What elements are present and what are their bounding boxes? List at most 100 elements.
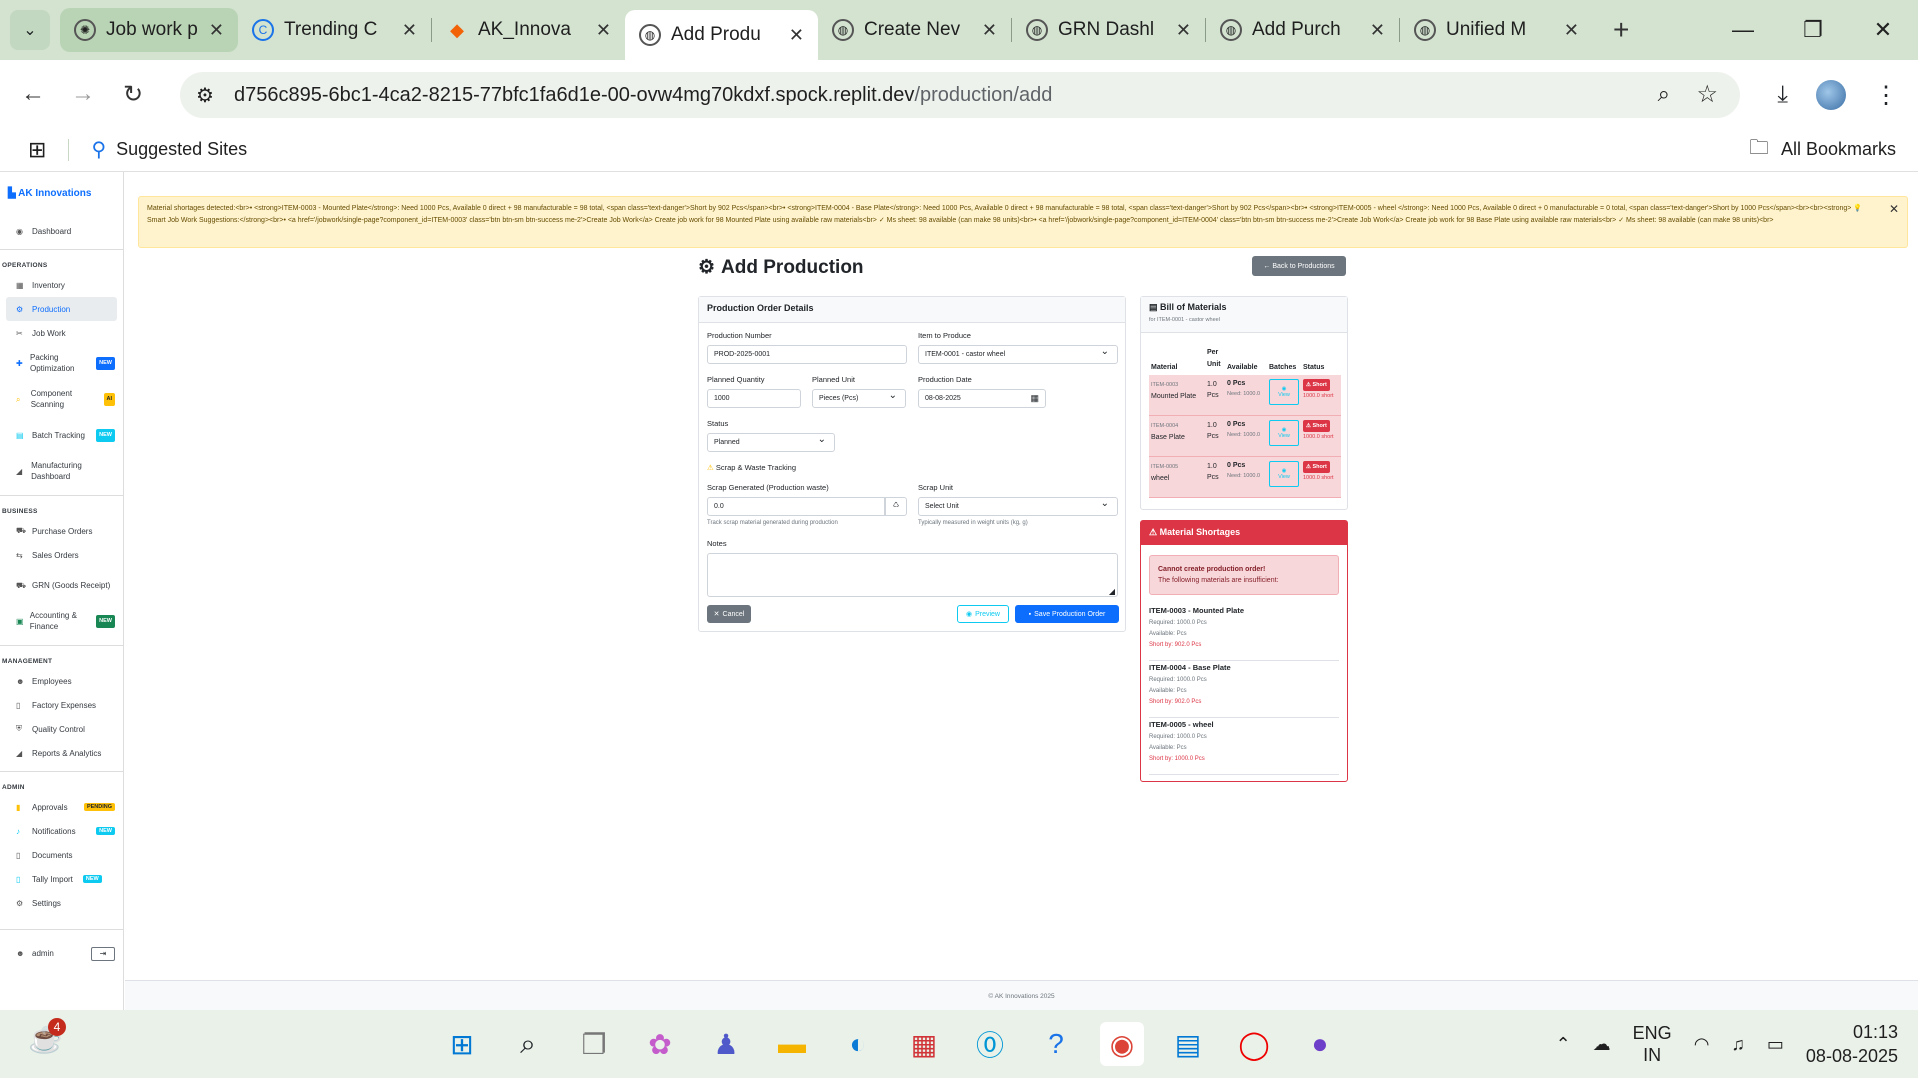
- close-tab-icon[interactable]: ✕: [596, 20, 611, 41]
- onedrive-icon[interactable]: ☁: [1593, 1034, 1611, 1055]
- notepad-icon[interactable]: ▤: [1166, 1022, 1210, 1066]
- tab-ak-innovations[interactable]: ◆ AK_Innova ✕: [432, 8, 625, 52]
- download-icon[interactable]: ⤓: [1777, 81, 1788, 109]
- bookmark-suggested-sites[interactable]: Suggested Sites: [116, 139, 247, 160]
- tab-grn-dashboard[interactable]: ◍ GRN Dashl ✕: [1012, 8, 1205, 52]
- battery-icon[interactable]: ▭: [1767, 1034, 1784, 1055]
- close-tab-icon[interactable]: ✕: [1370, 20, 1385, 41]
- sidebar-item-component-scanning[interactable]: ⌕ Component Scanning AI: [0, 381, 123, 417]
- scrap-generated-input[interactable]: 0.0: [707, 497, 885, 516]
- sidebar-item-documents[interactable]: ▯ Documents: [0, 843, 123, 867]
- back-arrow-icon[interactable]: ←: [8, 80, 58, 108]
- teams-icon[interactable]: ♟: [704, 1022, 748, 1066]
- sidebar-item-manufacturing-dashboard[interactable]: ◢ Manufacturing Dashboard: [0, 453, 123, 489]
- planned-unit-select[interactable]: Pieces (Pcs): [812, 389, 906, 408]
- material-shortage-alert: Material shortages detected:<br>• <stron…: [138, 196, 1908, 248]
- view-batches-button[interactable]: ◉ View: [1269, 379, 1299, 405]
- tab-search-button[interactable]: ⌄: [10, 10, 50, 50]
- restore-icon[interactable]: ❐: [1778, 0, 1848, 60]
- opera-icon[interactable]: ◯: [1232, 1022, 1276, 1066]
- language-indicator[interactable]: ENG IN: [1633, 1022, 1672, 1066]
- tab-job-work[interactable]: ✺ Job work p ✕: [60, 8, 238, 52]
- view-batches-button[interactable]: ◉ View: [1269, 420, 1299, 446]
- scrap-calc-button[interactable]: ♺: [885, 497, 907, 516]
- sidebar-item-packing-optimization[interactable]: ✚ Packing Optimization NEW: [0, 345, 123, 381]
- copilot-icon[interactable]: ✿: [638, 1022, 682, 1066]
- new-tab-button[interactable]: +: [1613, 14, 1629, 46]
- close-tab-icon[interactable]: ✕: [982, 20, 997, 41]
- all-bookmarks[interactable]: 🗀 All Bookmarks: [1749, 133, 1896, 167]
- volume-muted-icon[interactable]: ♫: [1731, 1034, 1745, 1055]
- close-tab-icon[interactable]: ✕: [209, 20, 224, 41]
- file-explorer-icon[interactable]: ▬: [770, 1022, 814, 1066]
- sidebar-item-grn[interactable]: ⛟ GRN (Goods Receipt): [0, 567, 123, 603]
- chevron-up-icon[interactable]: ⌃: [1556, 1034, 1571, 1055]
- sidebar-item-purchase-orders[interactable]: ⛟ Purchase Orders: [0, 519, 123, 543]
- sidebar-item-employees[interactable]: ☻ Employees: [0, 669, 123, 693]
- tab-add-purchase[interactable]: ◍ Add Purch ✕: [1206, 8, 1399, 52]
- back-to-productions-button[interactable]: ← Back to Productions: [1252, 256, 1346, 276]
- windows-start-icon[interactable]: ⊞: [440, 1022, 484, 1066]
- url-bar[interactable]: ⚙ d756c895-6bc1-4ca2-8215-77bfc1fa6d1e-0…: [180, 72, 1740, 118]
- sidebar-item-accounting-finance[interactable]: ▣ Accounting & Finance NEW: [0, 603, 123, 639]
- sidebar-item-factory-expenses[interactable]: ▯ Factory Expenses: [0, 693, 123, 717]
- menu-icon[interactable]: ⋮: [1874, 81, 1898, 110]
- clock[interactable]: 01:13 08-08-2025: [1806, 1020, 1898, 1068]
- github-icon[interactable]: ●: [1298, 1022, 1342, 1066]
- zoom-icon[interactable]: ⌕: [1658, 81, 1670, 107]
- close-tab-icon[interactable]: ✕: [1176, 20, 1191, 41]
- tab-unified[interactable]: ◍ Unified M ✕: [1400, 8, 1593, 52]
- close-tab-icon[interactable]: ✕: [402, 20, 417, 41]
- brand[interactable]: ▙ AK Innovations: [0, 172, 123, 219]
- sidebar-item-dashboard[interactable]: ◉ Dashboard: [0, 219, 123, 243]
- sidebar-item-tally-import[interactable]: ▯ Tally Import NEW: [0, 867, 123, 891]
- sidebar-item-production[interactable]: ⚙ Production: [6, 297, 117, 321]
- sidebar-item-sales-orders[interactable]: ⇆ Sales Orders: [0, 543, 123, 567]
- forward-arrow-icon[interactable]: →: [58, 80, 108, 108]
- status-select[interactable]: Planned: [707, 433, 835, 452]
- hp-icon[interactable]: ⓪: [968, 1022, 1012, 1066]
- cancel-button[interactable]: ✕ Cancel: [707, 605, 751, 623]
- scrap-unit-select[interactable]: Select Unit: [918, 497, 1118, 516]
- save-production-order-button[interactable]: ▪ Save Production Order: [1015, 605, 1119, 623]
- calendar-icon[interactable]: ▦: [1030, 393, 1039, 404]
- weather-widget[interactable]: ☕ 4: [28, 1018, 68, 1062]
- bookmark-star-icon[interactable]: ☆: [1696, 80, 1718, 109]
- sidebar-item-inventory[interactable]: ▦ Inventory: [0, 273, 123, 297]
- logout-button[interactable]: ⇥: [91, 946, 115, 961]
- resize-handle-icon[interactable]: ◢: [1109, 587, 1115, 596]
- tab-create-new[interactable]: ◍ Create Nev ✕: [818, 8, 1011, 52]
- item-to-produce-select[interactable]: ITEM-0001 - castor wheel: [918, 345, 1118, 364]
- sidebar-item-batch-tracking[interactable]: ▤ Batch Tracking NEW: [0, 417, 123, 453]
- wifi-icon[interactable]: ◠: [1694, 1034, 1710, 1055]
- notes-textarea[interactable]: ◢: [707, 553, 1118, 597]
- close-icon[interactable]: ✕: [1889, 203, 1899, 215]
- task-view-icon[interactable]: ❐: [572, 1022, 616, 1066]
- sidebar-item-job-work[interactable]: ✂ Job Work: [0, 321, 123, 345]
- sidebar-item-quality-control[interactable]: ⛨ Quality Control: [0, 717, 123, 741]
- tab-trending[interactable]: C Trending C ✕: [238, 8, 431, 52]
- preview-button[interactable]: ◉ Preview: [957, 605, 1009, 623]
- reload-icon[interactable]: ↻: [108, 80, 158, 109]
- sidebar-item-notifications[interactable]: ♪ Notifications NEW: [0, 819, 123, 843]
- close-tab-icon[interactable]: ✕: [1564, 20, 1579, 41]
- production-date-input[interactable]: 08-08-2025 ▦: [918, 389, 1046, 408]
- sidebar-item-approvals[interactable]: ▮ Approvals PENDING: [0, 795, 123, 819]
- profile-avatar[interactable]: [1816, 80, 1846, 110]
- site-info-icon[interactable]: ⚙: [196, 83, 214, 108]
- sidebar-item-settings[interactable]: ⚙ Settings: [0, 891, 123, 915]
- close-window-icon[interactable]: ✕: [1848, 0, 1918, 60]
- sidebar-item-reports[interactable]: ◢ Reports & Analytics: [0, 741, 123, 765]
- production-number-input[interactable]: PROD-2025-0001: [707, 345, 907, 364]
- tab-add-production[interactable]: ◍ Add Produ ✕: [625, 10, 818, 60]
- minimize-icon[interactable]: —: [1708, 0, 1778, 60]
- view-batches-button[interactable]: ◉ View: [1269, 461, 1299, 487]
- chrome-icon[interactable]: ◉: [1100, 1022, 1144, 1066]
- edge-icon[interactable]: ◐: [836, 1022, 880, 1066]
- search-icon[interactable]: ⌕: [506, 1022, 550, 1066]
- help-icon[interactable]: ?: [1034, 1022, 1078, 1066]
- apps-grid-icon[interactable]: ⊞: [28, 137, 46, 163]
- store-icon[interactable]: ▦: [902, 1022, 946, 1066]
- close-tab-icon[interactable]: ✕: [789, 25, 804, 46]
- planned-quantity-input[interactable]: 1000: [707, 389, 801, 408]
